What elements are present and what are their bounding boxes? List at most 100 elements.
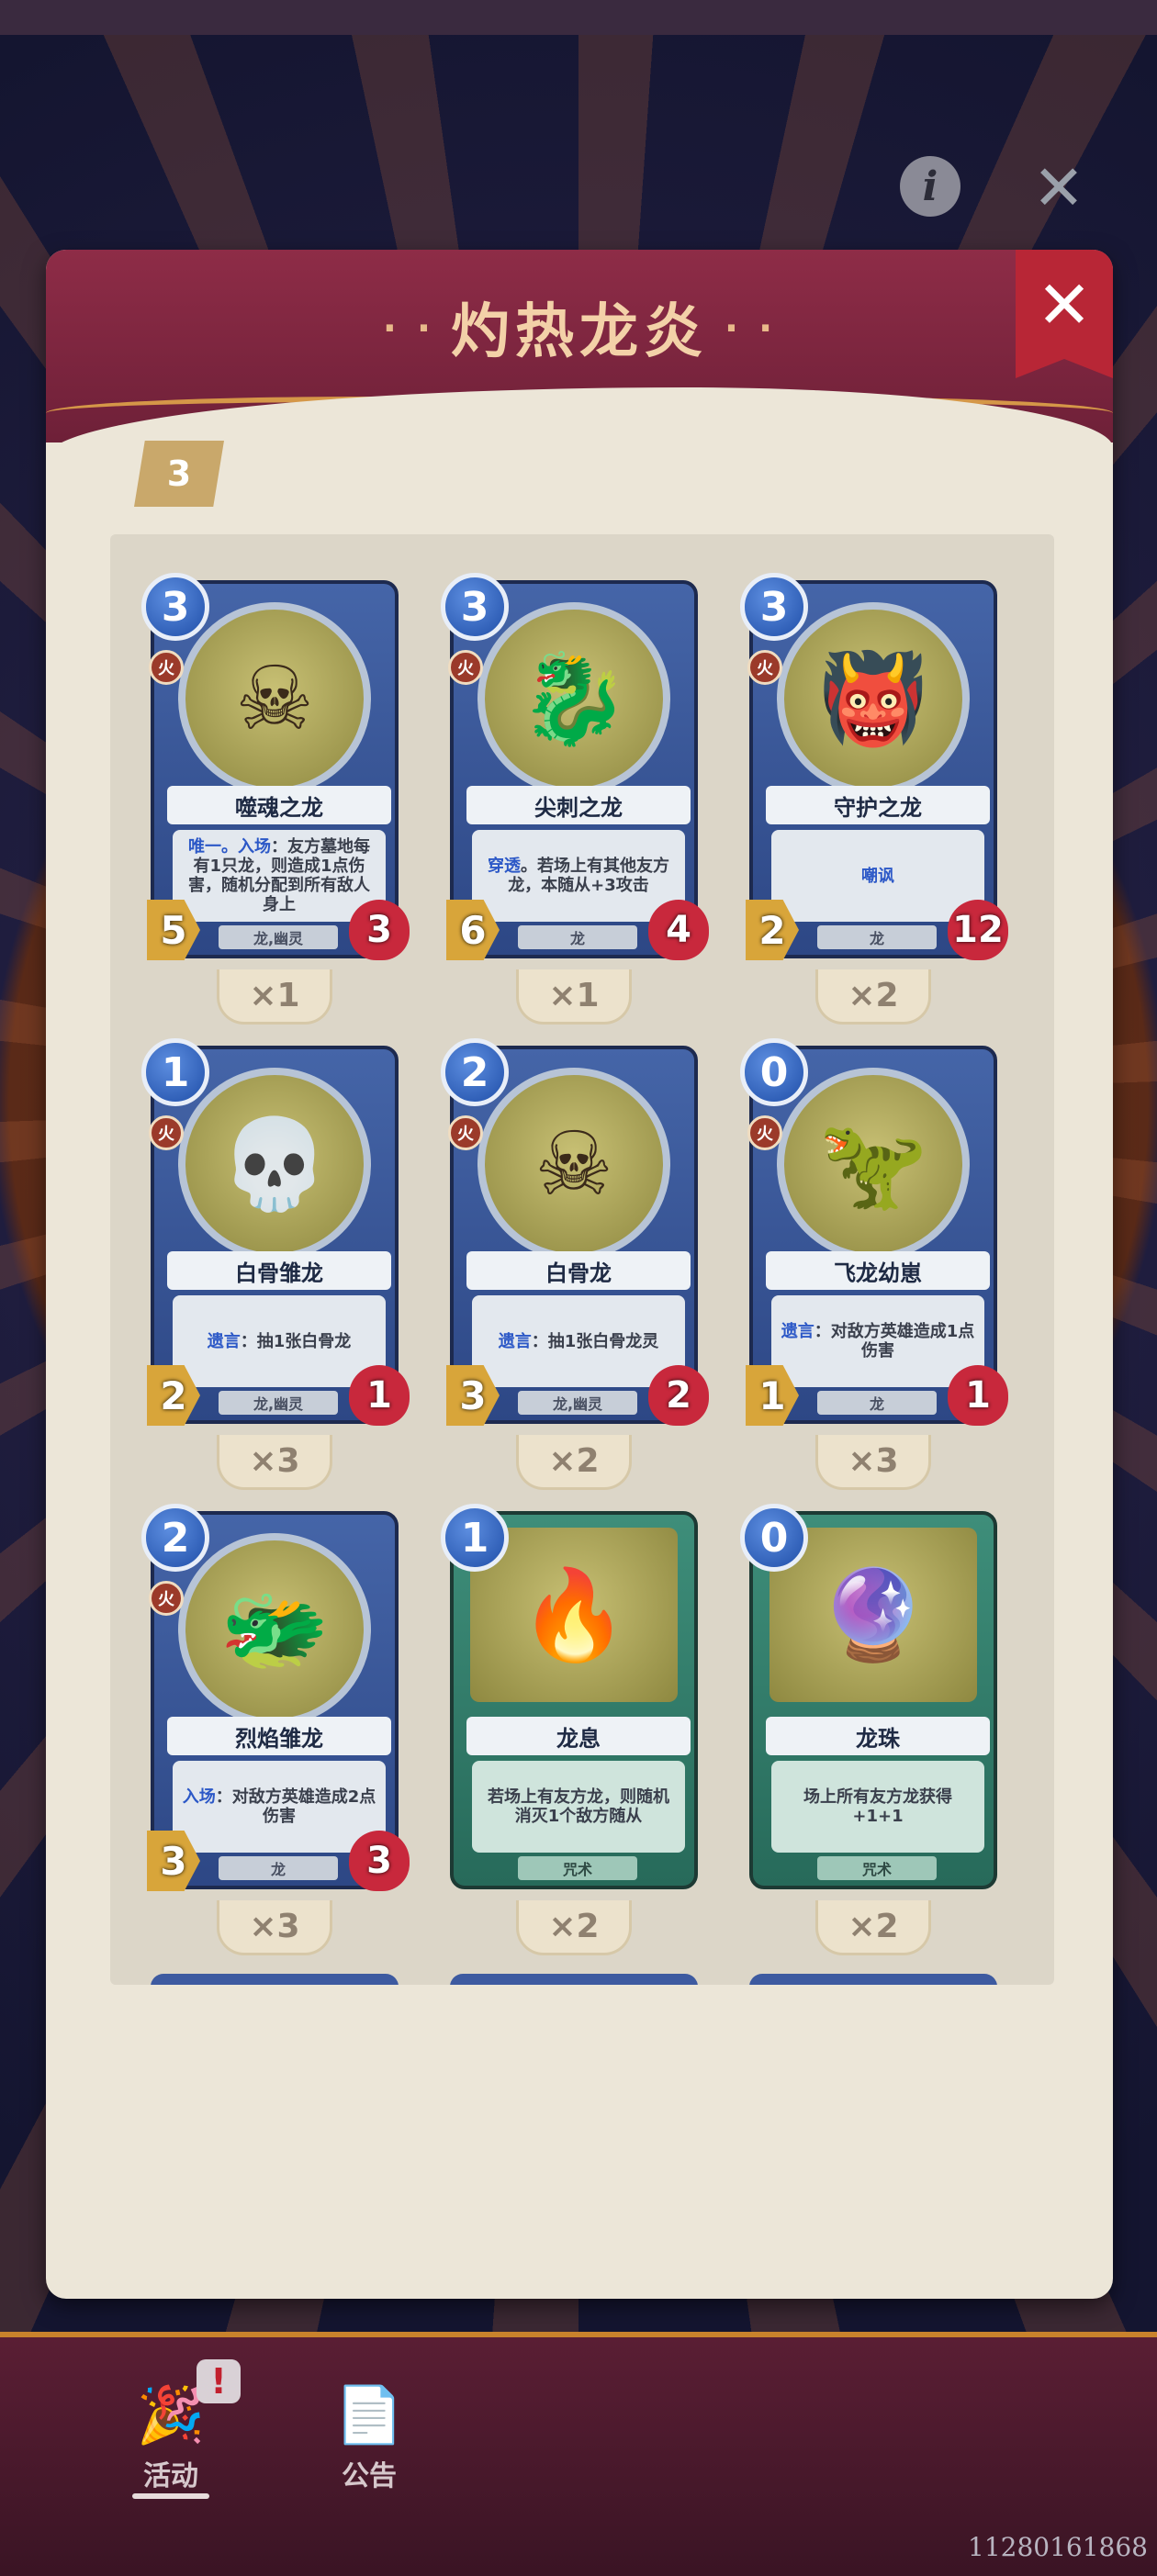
card-slot[interactable]: 🔮 0 龙珠 场上所有友方龙获得+1+1 咒术 ×2 [740, 1504, 1052, 1979]
alert-badge: ! [197, 2359, 241, 2403]
card-quantity: ×3 [217, 1435, 332, 1490]
card-tribe: 龙 [817, 1391, 937, 1415]
card-tribe: 龙 [219, 1856, 338, 1880]
card-effect: 。若场上有其他友方龙，本随从+3攻击 [508, 857, 669, 895]
card[interactable]: 🦖 0 火飞龙幼崽 遗言：对敌方英雄造成1点伤害龙 1 1 [740, 1038, 1008, 1426]
card-keyword: 遗言 [781, 1322, 814, 1341]
card-name: 飞龙幼崽 [766, 1251, 990, 1290]
card-effect: ：对敌方英雄造成1点伤害 [814, 1322, 975, 1361]
card-quantity: ×2 [516, 1435, 632, 1490]
card-partial-next-row[interactable] [450, 1974, 698, 1985]
card-text: 若场上有友方龙，则随机消灭1个敌方随从 [472, 1761, 685, 1853]
card-tribe: 咒术 [817, 1856, 937, 1880]
card-name: 白骨雏龙 [167, 1251, 391, 1290]
mana-cost: 1 [441, 1504, 509, 1572]
mana-cost: 3 [740, 573, 808, 641]
card-text: 嘲讽 [771, 830, 984, 922]
card-effect: ：对敌方英雄造成2点伤害 [215, 1787, 376, 1826]
card-name: 噬魂之龙 [167, 786, 391, 824]
card-text: 遗言：抽1张白骨龙 [173, 1295, 386, 1387]
mana-cost: 0 [740, 1038, 808, 1106]
deck-count-tag: 3 [134, 441, 224, 507]
card-slot[interactable]: 🐉 3 火尖刺之龙 穿透。若场上有其他友方龙，本随从+3攻击龙 6 4 ×1 [441, 573, 753, 1048]
card-partial-next-row[interactable] [749, 1974, 997, 1985]
card[interactable]: 🔮 0 龙珠 场上所有友方龙获得+1+1 咒术 [740, 1504, 997, 1889]
card[interactable]: 💀 1 火白骨雏龙 遗言：抽1张白骨龙 龙,幽灵 2 1 [141, 1038, 410, 1426]
health-value: 3 [349, 900, 410, 960]
card-partial-next-row[interactable] [151, 1974, 399, 1985]
card[interactable]: 🔥 1 龙息 若场上有友方龙，则随机消灭1个敌方随从 咒术 [441, 1504, 698, 1889]
card-slot[interactable]: 💀 1 火白骨雏龙 遗言：抽1张白骨龙 龙,幽灵 2 1 ×3 [141, 1038, 454, 1514]
card-art: ☠ [477, 1068, 670, 1260]
fire-element-icon: 火 [149, 1115, 184, 1150]
card[interactable]: ☠ 2 火白骨龙 遗言：抽1张白骨龙灵 龙,幽灵 3 2 [441, 1038, 709, 1426]
card-tribe: 龙 [817, 925, 937, 949]
card-effect: 场上所有友方龙获得+1+1 [803, 1787, 952, 1826]
card-slot[interactable]: 🦖 0 火飞龙幼崽 遗言：对敌方英雄造成1点伤害龙 1 1 ×3 [740, 1038, 1052, 1514]
card-tribe: 龙,幽灵 [219, 1391, 338, 1415]
card-slot[interactable]: 🐲 2 火烈焰雏龙 入场：对敌方英雄造成2点伤害龙 3 3 ×3 [141, 1504, 454, 1979]
card-slot[interactable]: ☠ 3 火噬魂之龙 唯一。入场：友方墓地每有1只龙，则造成1点伤害，随机分配到所有敌人… [141, 573, 454, 1048]
card-quantity: ×1 [516, 969, 632, 1025]
fire-element-icon: 火 [149, 650, 184, 685]
card-name: 龙息 [466, 1717, 691, 1755]
card-art: 🐉 [477, 602, 670, 795]
card-slot[interactable]: ☠ 2 火白骨龙 遗言：抽1张白骨龙灵 龙,幽灵 3 2 ×2 [441, 1038, 753, 1514]
card-art: 💀 [178, 1068, 371, 1260]
nav-item-notice[interactable]: 📄 公告 [305, 2350, 433, 2506]
card-keyword: 遗言 [498, 1331, 532, 1351]
card-keyword: 遗言 [207, 1331, 241, 1351]
health-value: 4 [648, 900, 709, 960]
card-keyword: 唯一。入场 [188, 837, 271, 857]
card[interactable]: 🐲 2 火烈焰雏龙 入场：对敌方英雄造成2点伤害龙 3 3 [141, 1504, 410, 1891]
mana-cost: 3 [141, 573, 209, 641]
card-tribe: 龙,幽灵 [518, 1391, 637, 1415]
nav-label-notice: 公告 [342, 2460, 397, 2492]
mana-cost: 0 [740, 1504, 808, 1572]
card-effect: ：抽1张白骨龙灵 [531, 1331, 659, 1351]
card-quantity: ×2 [815, 969, 931, 1025]
top-strip [0, 0, 1157, 35]
card-text: 入场：对敌方英雄造成2点伤害 [173, 1761, 386, 1853]
card[interactable]: ☠ 3 火噬魂之龙 唯一。入场：友方墓地每有1只龙，则造成1点伤害，随机分配到所有敌人… [141, 573, 410, 960]
document-icon: 📄 [334, 2382, 404, 2447]
card-art: 🐲 [178, 1533, 371, 1726]
info-icon[interactable]: i [900, 156, 960, 217]
card-name: 守护之龙 [766, 786, 990, 824]
deck-title: · · 灼热龙炎 · · [382, 298, 777, 366]
health-value: 2 [648, 1365, 709, 1426]
health-value: 3 [349, 1831, 410, 1891]
card-keyword: 入场 [182, 1787, 216, 1807]
fire-element-icon: 火 [448, 1115, 483, 1150]
mana-cost: 1 [141, 1038, 209, 1106]
card-quantity: ×2 [815, 1900, 931, 1955]
card-text: 遗言：抽1张白骨龙灵 [472, 1295, 685, 1387]
panel-close-button[interactable]: ✕ [1016, 259, 1113, 351]
card-text: 穿透。若场上有其他友方龙，本随从+3攻击 [472, 830, 685, 922]
card-text: 场上所有友方龙获得+1+1 [771, 1761, 984, 1853]
card-art: ☠ [178, 602, 371, 795]
card-slot[interactable]: 👹 3 火守护之龙 嘲讽龙 2 12 ×2 [740, 573, 1052, 1048]
card-text: 唯一。入场：友方墓地每有1只龙，则造成1点伤害，随机分配到所有敌人身上 [173, 830, 386, 922]
fire-element-icon: 火 [747, 650, 782, 685]
card-name: 尖刺之龙 [466, 786, 691, 824]
mana-cost: 3 [441, 573, 509, 641]
card-effect: ：抽1张白骨龙 [240, 1331, 352, 1351]
card-tribe: 咒术 [518, 1856, 637, 1880]
user-id: 11280161868 [968, 2532, 1148, 2562]
card[interactable]: 👹 3 火守护之龙 嘲讽龙 2 12 [740, 573, 1008, 960]
nav-label-activity: 活动 [143, 2460, 198, 2492]
nav-item-activity[interactable]: 🎉 ! 活动 [107, 2350, 241, 2506]
card-quantity: ×3 [217, 1900, 332, 1955]
nav-active-underline [132, 2493, 209, 2499]
card-art: 👹 [777, 602, 970, 795]
card[interactable]: 🐉 3 火尖刺之龙 穿透。若场上有其他友方龙，本随从+3攻击龙 6 4 [441, 573, 709, 960]
deck-panel: · · 灼热龙炎 · · ✕ 3 ☠ 3 火噬魂之龙 唯一。入场：友方墓地每有1只龙，… [46, 250, 1113, 2299]
card-text: 遗言：对敌方英雄造成1点伤害 [771, 1295, 984, 1387]
card-slot[interactable]: 🔥 1 龙息 若场上有友方龙，则随机消灭1个敌方随从 咒术 ×2 [441, 1504, 753, 1979]
fire-element-icon: 火 [448, 650, 483, 685]
fire-element-icon: 火 [149, 1581, 184, 1616]
close-icon[interactable]: ✕ [1027, 152, 1091, 225]
health-value: 1 [349, 1365, 410, 1426]
deck-title-text: 灼热龙炎 [451, 298, 708, 366]
